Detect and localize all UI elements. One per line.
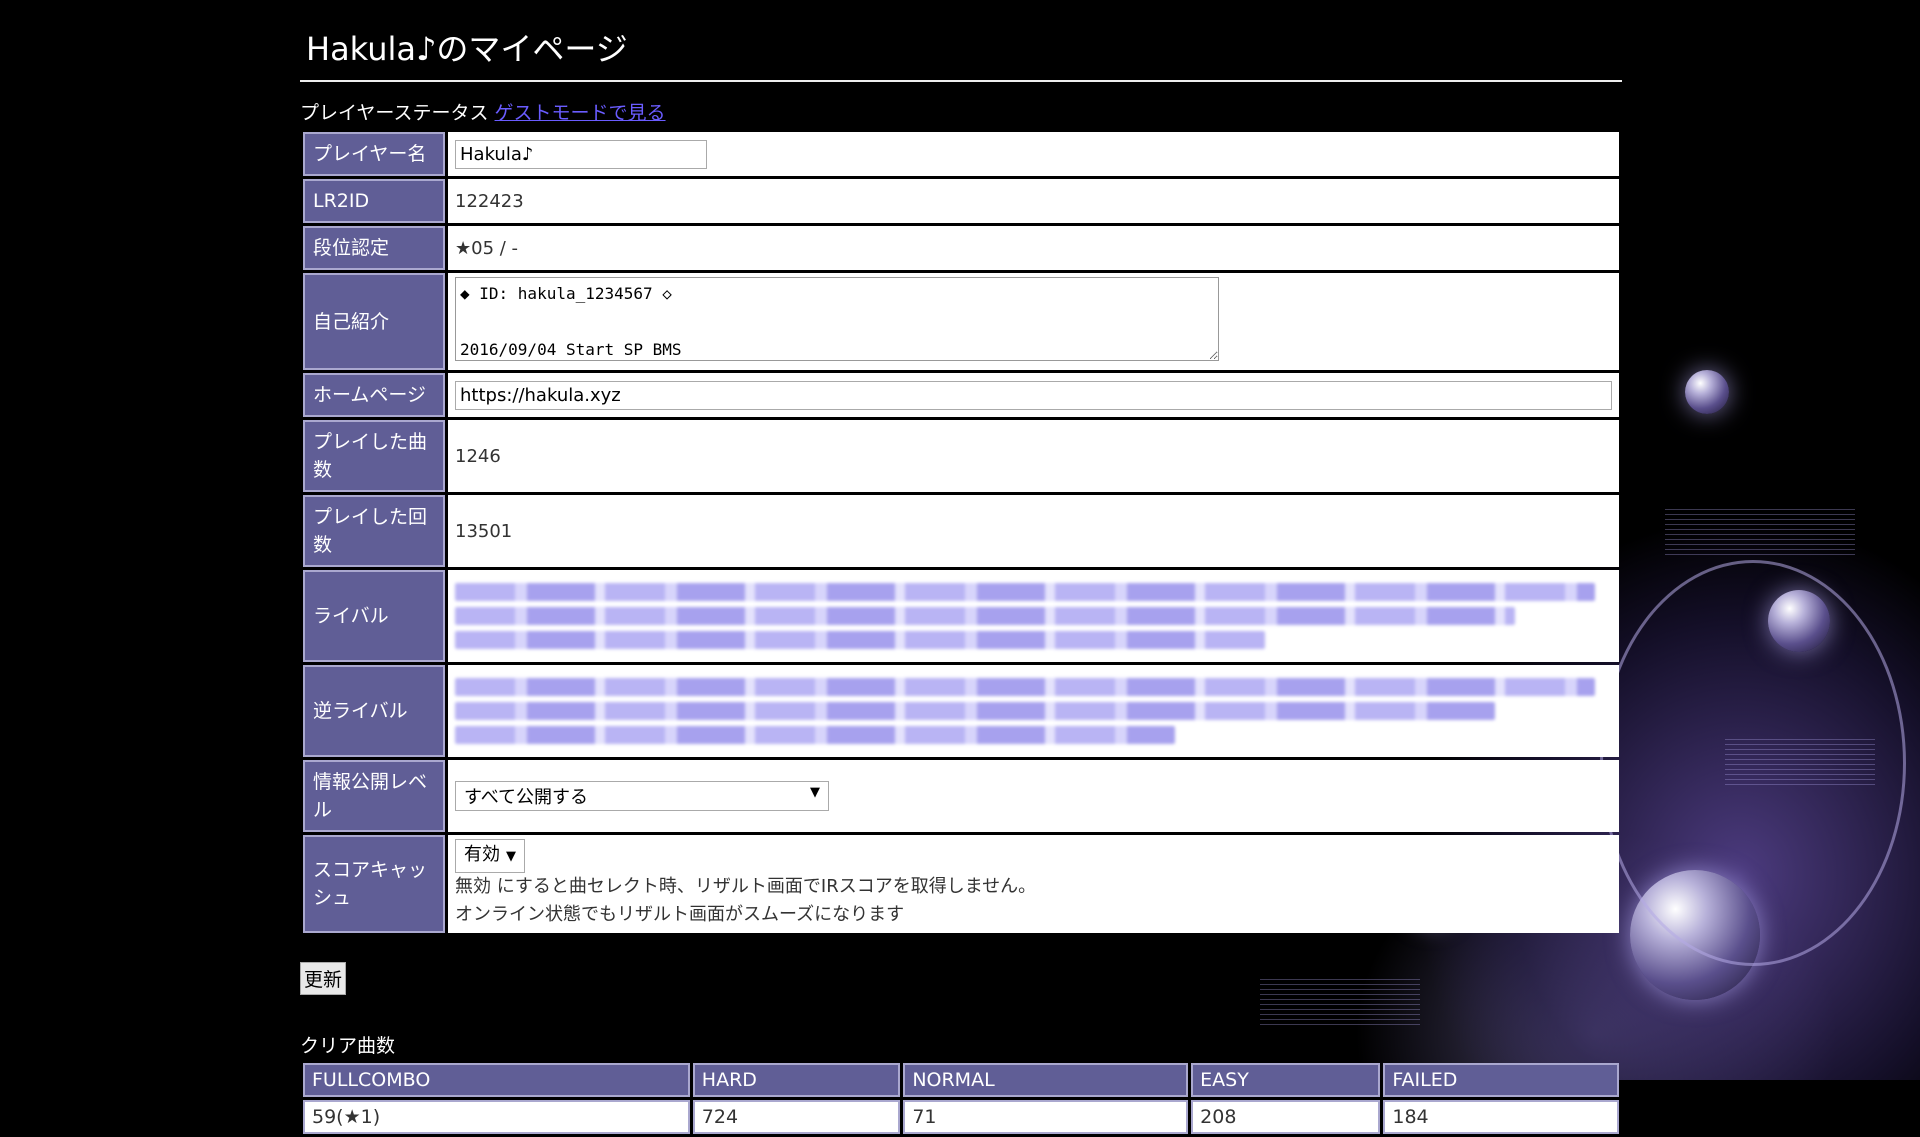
clear-header-normal: NORMAL [903,1063,1189,1097]
blurred-rival-line [455,726,1175,744]
profile-row-player-name: プレイヤー名 [303,132,1619,176]
profile-row-rival: ライバル [303,570,1619,662]
player-name-label: プレイヤー名 [303,132,445,176]
dan-value: ★05 / - [448,226,1619,270]
dropdown-arrow-icon: ▼ [506,849,516,864]
status-heading-text: プレイヤーステータス [300,102,489,124]
background-orb [1630,870,1760,1000]
visibility-select-value: すべて公開する [464,787,589,808]
background-code [1725,735,1875,785]
score-cache-note-2: オンライン状態でもリザルト画面がスムーズになります [455,904,905,925]
main-content: Hakula♪のマイページ プレイヤーステータス ゲストモードで見る プレイヤー… [300,0,1622,1137]
lr2id-label: LR2ID [303,179,445,223]
profile-row-reverse-rival: 逆ライバル [303,665,1619,757]
blurred-rival-line [455,607,1515,625]
profile-row-intro: 自己紹介 ◆ ID: hakula_1234567 ◇ 2016/09/04 S… [303,273,1619,370]
clear-value-row: 59(★1) 724 71 208 184 [303,1100,1619,1134]
visibility-label: 情報公開レベル [303,760,445,832]
profile-row-score-cache: スコアキャッシュ 有効 ▼ 無効 にすると曲セレクト時、リザルト画面でIRスコアを… [303,835,1619,933]
clear-header-fullcombo: FULLCOMBO [303,1063,690,1097]
songs-played-label: プレイした曲数 [303,420,445,492]
songs-played-value: 1246 [448,420,1619,492]
clear-value-normal: 71 [903,1100,1189,1134]
visibility-cell: すべて公開する ▼ [448,760,1619,832]
reverse-rival-label: 逆ライバル [303,665,445,757]
clear-header-row: FULLCOMBO HARD NORMAL EASY FAILED [303,1063,1619,1097]
profile-row-dan: 段位認定 ★05 / - [303,226,1619,270]
score-cache-select-value: 有効 [464,844,500,865]
homepage-input[interactable] [455,380,1612,410]
intro-label: 自己紹介 [303,273,445,370]
clear-count-table: FULLCOMBO HARD NORMAL EASY FAILED 59(★1)… [300,1060,1622,1137]
blurred-rival-line [455,678,1595,696]
clear-value-hard: 724 [692,1100,901,1134]
lr2id-value: 122423 [448,179,1619,223]
player-name-input[interactable] [455,139,707,169]
homepage-cell [448,373,1619,417]
status-heading: プレイヤーステータス ゲストモードで見る [300,98,1622,125]
profile-row-lr2id: LR2ID 122423 [303,179,1619,223]
clear-header-hard: HARD [692,1063,901,1097]
clear-value-easy: 208 [1191,1100,1381,1134]
homepage-label: ホームページ [303,373,445,417]
blurred-rival-line [455,702,1495,720]
profile-row-visibility: 情報公開レベル すべて公開する ▼ [303,760,1619,832]
blurred-rival-line [455,631,1265,649]
reverse-rival-list-blurred [448,665,1619,757]
score-cache-note-1: 無効 にすると曲セレクト時、リザルト画面でIRスコアを取得しません。 [455,876,1037,897]
background-ring [1600,560,1906,966]
play-count-label: プレイした回数 [303,495,445,567]
blurred-rival-line [455,583,1595,601]
score-cache-label: スコアキャッシュ [303,835,445,933]
guest-mode-link[interactable]: ゲストモードで見る [495,102,666,124]
score-cache-cell: 有効 ▼ 無効 にすると曲セレクト時、リザルト画面でIRスコアを取得しません。 オ… [448,835,1619,933]
clear-header-failed: FAILED [1383,1063,1619,1097]
profile-row-homepage: ホームページ [303,373,1619,417]
rival-label: ライバル [303,570,445,662]
background-orb [1768,590,1830,652]
profile-row-play-count: プレイした回数 13501 [303,495,1619,567]
player-name-cell [448,132,1619,176]
profile-table: プレイヤー名 LR2ID 122423 段位認定 ★05 / - 自己紹介 ◆ … [300,129,1622,936]
intro-textarea[interactable]: ◆ ID: hakula_1234567 ◇ 2016/09/04 Start … [455,277,1219,361]
play-count-value: 13501 [448,495,1619,567]
page-title: Hakula♪のマイページ [300,0,1622,82]
profile-row-songs-played: プレイした曲数 1246 [303,420,1619,492]
visibility-select[interactable]: すべて公開する ▼ [455,781,829,811]
background-orb [1685,370,1729,414]
clear-count-title: クリア曲数 [300,1035,396,1057]
background-code [1665,505,1855,555]
dropdown-arrow-icon: ▼ [810,785,820,800]
score-cache-select[interactable]: 有効 ▼ [455,839,525,873]
clear-value-failed: 184 [1383,1100,1619,1134]
clear-header-easy: EASY [1191,1063,1381,1097]
update-button[interactable]: 更新 [300,962,347,995]
rival-list-blurred [448,570,1619,662]
clear-value-fullcombo: 59(★1) [303,1100,690,1134]
dan-label: 段位認定 [303,226,445,270]
intro-cell: ◆ ID: hakula_1234567 ◇ 2016/09/04 Start … [448,273,1619,370]
